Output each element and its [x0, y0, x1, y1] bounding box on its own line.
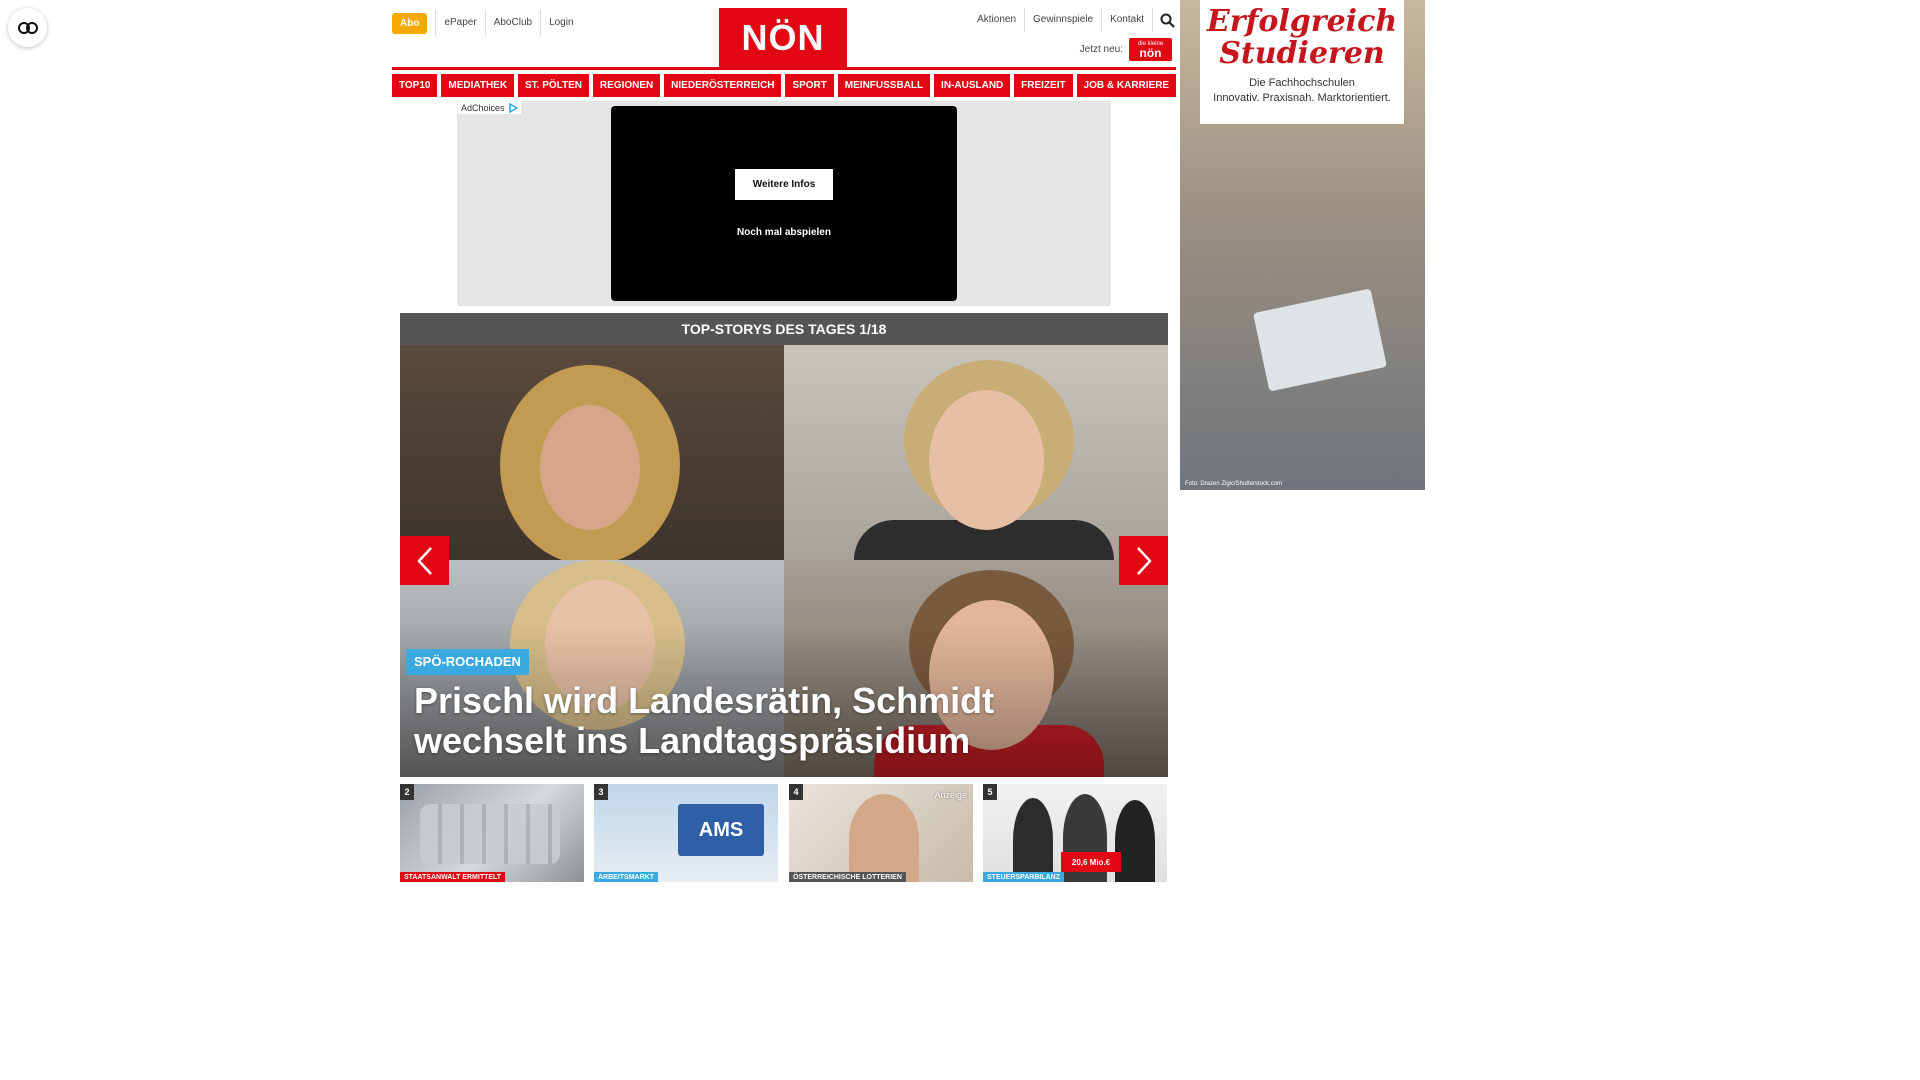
kleine-noen-logo[interactable]: die kleine nön — [1129, 38, 1172, 61]
story-thumbnails: 2 STAATSANWALT ERMITTELT AMS 3 ARBEITSMA… — [400, 784, 1168, 882]
more-info-button[interactable]: Weitere Infos — [735, 169, 833, 200]
sidebar-ad-subtitle: Die Fachhochschulen Innovativ. Praxisnah… — [1213, 77, 1391, 104]
aboclub-link[interactable]: AboClub — [484, 10, 540, 36]
epaper-link[interactable]: ePaper — [435, 10, 484, 36]
thumb-number: 4 — [789, 784, 803, 800]
kontakt-link[interactable]: Kontakt — [1101, 8, 1152, 32]
hero-category-tag[interactable]: SPÖ-ROCHADEN — [406, 649, 529, 675]
hero-headline[interactable]: Prischl wird Landesrätin, Schmidt wechse… — [414, 681, 1154, 761]
aktionen-link[interactable]: Aktionen — [969, 8, 1024, 32]
jetzt-neu-label: Jetzt neu: — [1079, 44, 1123, 55]
chevron-left-icon — [416, 546, 432, 575]
chevron-right-icon — [1136, 546, 1152, 575]
nav-item-freizeit[interactable]: FREIZEIT — [1014, 74, 1073, 97]
gewinnspiele-link[interactable]: Gewinnspiele — [1024, 8, 1101, 32]
site-header: Abo ePaper AboClub Login NÖN Aktionen Ge… — [392, 0, 1176, 70]
adchoices-icon — [508, 102, 518, 113]
nav-item-meinfussball[interactable]: MEINFUSSBALL — [837, 74, 931, 97]
carousel-prev-button[interactable] — [400, 536, 449, 585]
nav-item-job-karriere[interactable]: JOB & KARRIERE — [1076, 74, 1177, 97]
adchoices-link[interactable]: AdChoices — [458, 101, 521, 114]
adchoices-label: AdChoices — [461, 102, 505, 113]
ad-label: Anzeige — [934, 790, 967, 800]
login-link[interactable]: Login — [540, 10, 581, 36]
hero-photo-1 — [400, 345, 784, 565]
story-thumb-3[interactable]: AMS 3 ARBEITSMARKT — [594, 784, 778, 882]
nav-item-niederoesterreich[interactable]: NIEDERÖSTERREICH — [664, 74, 782, 97]
thumb-tag: ÖSTERREICHISCHE LOTTERIEN — [789, 872, 906, 882]
site-logo[interactable]: NÖN — [719, 8, 847, 68]
cheque-image: 20,6 Mio.€ — [1061, 852, 1121, 872]
top-story-hero[interactable]: SPÖ-ROCHADEN Prischl wird Landesrätin, S… — [400, 345, 1168, 777]
story-thumb-2[interactable]: 2 STAATSANWALT ERMITTELT — [400, 784, 584, 882]
carousel-next-button[interactable] — [1119, 536, 1168, 585]
thumb-tag: ARBEITSMARKT — [594, 872, 658, 882]
nav-item-st-poelten[interactable]: ST. PÖLTEN — [518, 74, 589, 97]
story-thumb-4[interactable]: 4 Anzeige ÖSTERREICHISCHE LOTTERIEN — [789, 784, 973, 882]
search-icon — [1160, 13, 1175, 28]
video-player[interactable] — [611, 106, 957, 301]
mini-logo-text: nön — [1139, 45, 1162, 60]
top-stories-header: TOP-STORYS DES TAGES 1/18 — [400, 313, 1168, 345]
nav-item-regionen[interactable]: REGIONEN — [592, 74, 661, 97]
thumb-tag: STEUERSPARBILANZ — [983, 872, 1064, 882]
nav-divider — [392, 67, 1176, 70]
top-left-links: Abo ePaper AboClub Login — [392, 10, 582, 36]
story-thumb-5[interactable]: 20,6 Mio.€ 5 STEUERSPARBILANZ — [983, 784, 1167, 882]
jetzt-neu-promo[interactable]: Jetzt neu: die kleine nön — [1080, 38, 1172, 61]
top-right-links: Aktionen Gewinnspiele Kontakt — [969, 8, 1176, 32]
pills-image — [420, 804, 560, 864]
laptop-image — [1252, 288, 1388, 392]
abo-button[interactable]: Abo — [392, 12, 428, 34]
hero-photo-2 — [784, 345, 1168, 600]
sidebar-ad-title: Erfolgreich Studieren — [1206, 4, 1398, 71]
ams-sign-image: AMS — [678, 804, 764, 856]
thumb-number: 3 — [594, 784, 608, 800]
sidebar-ad-header: Erfolgreich Studieren Die Fachhochschule… — [1200, 0, 1404, 124]
nav-item-top10[interactable]: TOP10 — [392, 74, 438, 97]
thumb-tag: STAATSANWALT ERMITTELT — [400, 872, 506, 882]
main-nav: TOP10 MEDIATHEK ST. PÖLTEN REGIONEN NIED… — [392, 74, 1177, 97]
thumb-number: 5 — [983, 784, 997, 800]
thumb-number: 2 — [400, 784, 414, 800]
sidebar-ad[interactable]: Erfolgreich Studieren Die Fachhochschule… — [1180, 0, 1425, 490]
accessibility-icon — [17, 21, 38, 34]
nav-item-in-ausland[interactable]: IN-AUSLAND — [934, 74, 1011, 97]
replay-button[interactable]: Noch mal abspielen — [611, 227, 957, 238]
search-button[interactable] — [1152, 8, 1176, 32]
nav-item-sport[interactable]: SPORT — [785, 74, 834, 97]
photo-credit: Foto: Drazen Zigic/Shutterstock.com — [1185, 481, 1283, 487]
nav-item-mediathek[interactable]: MEDIATHEK — [441, 74, 515, 97]
accessibility-button[interactable] — [8, 8, 47, 47]
